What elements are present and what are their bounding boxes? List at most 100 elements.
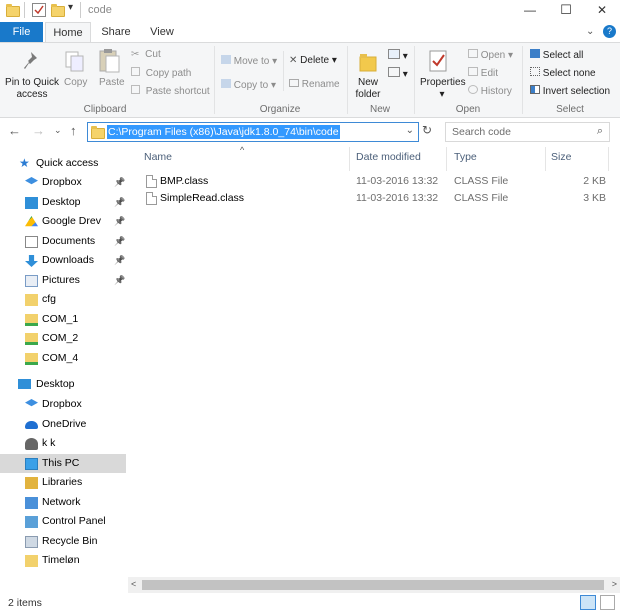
forward-arrow-icon[interactable]: → — [32, 123, 45, 138]
new-item-button[interactable]: ▾ — [388, 49, 408, 63]
sidebar-item-timeløn[interactable]: Timeløn — [0, 551, 126, 570]
divider — [446, 147, 447, 171]
new-folder-icon[interactable] — [51, 3, 65, 17]
file-date: 11-03-2016 13:32 — [356, 175, 439, 187]
nav-desktop-root[interactable]: Desktop — [0, 375, 126, 394]
recent-locations-icon[interactable]: ⌄ — [54, 125, 62, 136]
column-header-size[interactable]: Size — [551, 151, 571, 163]
copy-button[interactable]: Copy — [64, 77, 87, 89]
paste-shortcut-button[interactable]: Paste shortcut — [131, 85, 210, 98]
tab-view[interactable]: View — [143, 22, 181, 43]
scroll-left-icon[interactable]: < — [131, 579, 136, 589]
sidebar-item-google-drev[interactable]: Google Drev 📌 — [0, 212, 126, 231]
large-icons-view-icon[interactable] — [600, 595, 615, 610]
star-icon: ★ — [19, 156, 30, 170]
sidebar-item-desktop[interactable]: Desktop 📌 — [0, 193, 126, 212]
table-row[interactable]: SimpleRead.class 11-03-2016 13:32 CLASS … — [142, 190, 612, 207]
sidebar-item-label: Libraries — [42, 476, 83, 488]
history-button[interactable]: History — [468, 85, 512, 98]
sidebar-item-control-panel[interactable]: Control Panel — [0, 512, 126, 531]
address-bar[interactable]: C:\Program Files (x86)\Java\jdk1.8.0_74\… — [87, 122, 419, 142]
ribbon: Pin to Quick access Copy Paste ✂ Cut Cop… — [0, 42, 620, 118]
pin-to-quick-access-button[interactable]: Pin to Quick access — [4, 77, 60, 101]
tab-file[interactable]: File — [0, 22, 43, 43]
sidebar-item-downloads[interactable]: Downloads 📌 — [0, 251, 126, 270]
minimize-button[interactable]: — — [512, 0, 548, 22]
sidebar-item-cfg[interactable]: cfg — [0, 290, 126, 309]
google-drive-icon — [25, 216, 38, 227]
sidebar-item-this-pc[interactable]: This PC — [0, 453, 126, 473]
new-item-icon — [388, 49, 400, 59]
tab-home[interactable]: Home — [45, 22, 91, 44]
tab-share[interactable]: Share — [96, 22, 136, 43]
paste-shortcut-label: Paste shortcut — [145, 86, 210, 97]
onedrive-icon — [25, 420, 38, 429]
sidebar-item-documents[interactable]: Documents 📌 — [0, 232, 126, 251]
cut-button[interactable]: ✂ Cut — [131, 49, 161, 61]
search-box[interactable]: Search code ⌕ — [445, 122, 610, 142]
file-type: CLASS File — [454, 175, 509, 187]
sidebar-item-network[interactable]: Network — [0, 493, 126, 512]
sidebar-item-onedrive[interactable]: OneDrive — [0, 415, 126, 434]
column-header-type[interactable]: Type — [454, 151, 477, 163]
edit-button[interactable]: Edit — [468, 67, 498, 80]
pin-label-line2: access — [16, 89, 48, 100]
address-path[interactable]: C:\Program Files (x86)\Java\jdk1.8.0_74\… — [107, 125, 340, 139]
expand-ribbon-icon[interactable]: ⌄ — [586, 26, 594, 37]
open-button[interactable]: Open ▾ — [468, 49, 513, 62]
new-folder-button[interactable]: New folder — [353, 77, 383, 101]
copy-path-button[interactable]: Copy path — [131, 67, 191, 80]
class-file-icon — [146, 192, 157, 205]
close-button[interactable]: ✕ — [584, 0, 620, 22]
sidebar-item-pictures[interactable]: Pictures 📌 — [0, 271, 126, 290]
rename-button[interactable]: Rename — [289, 79, 340, 91]
table-row[interactable]: BMP.class 11-03-2016 13:32 CLASS File 2 … — [142, 173, 612, 190]
divider — [545, 147, 546, 171]
address-dropdown-icon[interactable]: ⌄ — [406, 125, 414, 136]
sidebar-item-com-4[interactable]: COM_4 — [0, 349, 126, 368]
sidebar-item-label: OneDrive — [42, 417, 87, 430]
back-arrow-icon[interactable]: ← — [8, 123, 21, 138]
scrollbar-thumb[interactable] — [142, 580, 604, 590]
maximize-button[interactable]: ☐ — [548, 0, 584, 22]
pin-icon: 📌 — [114, 177, 126, 187]
scissors-icon: ✂ — [131, 49, 140, 60]
sidebar-item-k-k[interactable]: k k — [0, 434, 126, 453]
refresh-icon[interactable]: ↻ — [422, 123, 432, 137]
copy-to-button[interactable]: Copy to ▾ — [221, 79, 276, 92]
properties-button[interactable]: Properties ▾ — [420, 77, 466, 101]
ribbon-tabs: File Home Share View ⌄ ? — [0, 22, 620, 44]
column-header-name[interactable]: Name — [144, 151, 172, 163]
sidebar-item-dropbox[interactable]: Dropbox — [0, 395, 126, 414]
nav-quick-access[interactable]: ★ Quick access — [0, 154, 126, 173]
paste-button[interactable]: Paste — [99, 77, 125, 89]
scroll-right-icon[interactable]: > — [612, 579, 617, 589]
divider — [24, 2, 25, 18]
item-count: 2 items — [8, 597, 42, 609]
up-arrow-icon[interactable]: ↑ — [70, 123, 77, 138]
file-size: 2 KB — [583, 175, 606, 187]
search-input[interactable]: Search code — [452, 126, 511, 138]
divider — [349, 147, 350, 171]
column-header-date-modified[interactable]: Date modified — [356, 151, 421, 163]
sidebar-item-com-2[interactable]: COM_2 — [0, 329, 126, 348]
open-icon — [468, 49, 478, 58]
sidebar-item-dropbox[interactable]: Dropbox 📌 — [0, 173, 126, 192]
details-view-icon[interactable] — [580, 595, 596, 610]
properties-check-icon[interactable] — [32, 3, 46, 17]
select-none-button[interactable]: Select none — [530, 67, 596, 80]
sidebar-item-recycle-bin[interactable]: Recycle Bin — [0, 532, 126, 551]
select-all-button[interactable]: Select all — [530, 49, 583, 62]
easy-access-button[interactable]: ▾ — [388, 67, 408, 81]
sidebar-item-libraries[interactable]: Libraries — [0, 473, 126, 492]
horizontal-scrollbar[interactable]: < > — [128, 577, 620, 593]
file-type: CLASS File — [454, 192, 509, 204]
invert-selection-button[interactable]: Invert selection — [530, 85, 610, 98]
sidebar-item-com-1[interactable]: COM_1 — [0, 310, 126, 329]
delete-button[interactable]: ✕ Delete ▾ — [289, 55, 337, 67]
network-icon — [25, 496, 38, 509]
move-to-button[interactable]: Move to ▾ — [221, 55, 277, 68]
help-button[interactable]: ? — [603, 25, 616, 38]
pin-icon: 📌 — [114, 255, 126, 265]
divider — [80, 2, 81, 18]
